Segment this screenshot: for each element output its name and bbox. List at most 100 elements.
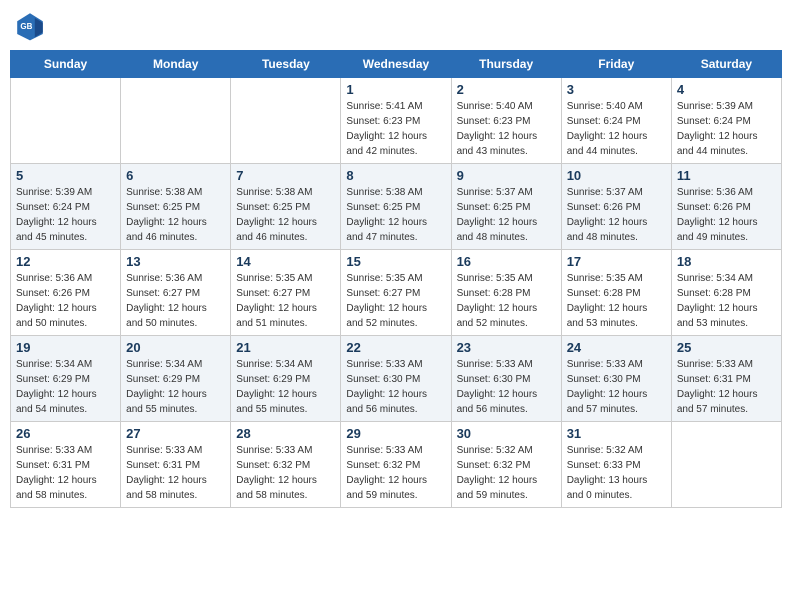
- calendar-cell: 20 Sunrise: 5:34 AM Sunset: 6:29 PM Dayl…: [121, 336, 231, 422]
- day-info: Sunrise: 5:34 AM Sunset: 6:29 PM Dayligh…: [16, 359, 97, 415]
- day-of-week-header: Sunday: [11, 51, 121, 78]
- calendar-cell: 1 Sunrise: 5:41 AM Sunset: 6:23 PM Dayli…: [341, 78, 451, 164]
- calendar-cell: 3 Sunrise: 5:40 AM Sunset: 6:24 PM Dayli…: [561, 78, 671, 164]
- calendar-cell: 4 Sunrise: 5:39 AM Sunset: 6:24 PM Dayli…: [671, 78, 781, 164]
- calendar-cell: 22 Sunrise: 5:33 AM Sunset: 6:30 PM Dayl…: [341, 336, 451, 422]
- calendar-cell: 11 Sunrise: 5:36 AM Sunset: 6:26 PM Dayl…: [671, 164, 781, 250]
- day-number: 6: [126, 168, 225, 183]
- logo: GB: [14, 10, 50, 42]
- calendar-cell: 17 Sunrise: 5:35 AM Sunset: 6:28 PM Dayl…: [561, 250, 671, 336]
- page-header: GB: [10, 10, 782, 42]
- calendar-cell: 10 Sunrise: 5:37 AM Sunset: 6:26 PM Dayl…: [561, 164, 671, 250]
- day-info: Sunrise: 5:35 AM Sunset: 6:27 PM Dayligh…: [236, 273, 317, 329]
- calendar-cell: 23 Sunrise: 5:33 AM Sunset: 6:30 PM Dayl…: [451, 336, 561, 422]
- calendar-cell: 28 Sunrise: 5:33 AM Sunset: 6:32 PM Dayl…: [231, 422, 341, 508]
- day-info: Sunrise: 5:36 AM Sunset: 6:27 PM Dayligh…: [126, 273, 207, 329]
- day-info: Sunrise: 5:33 AM Sunset: 6:31 PM Dayligh…: [677, 359, 758, 415]
- calendar-cell: 15 Sunrise: 5:35 AM Sunset: 6:27 PM Dayl…: [341, 250, 451, 336]
- calendar-cell: 21 Sunrise: 5:34 AM Sunset: 6:29 PM Dayl…: [231, 336, 341, 422]
- calendar-cell: 5 Sunrise: 5:39 AM Sunset: 6:24 PM Dayli…: [11, 164, 121, 250]
- day-info: Sunrise: 5:36 AM Sunset: 6:26 PM Dayligh…: [677, 187, 758, 243]
- day-number: 15: [346, 254, 445, 269]
- svg-text:GB: GB: [20, 22, 32, 31]
- day-number: 23: [457, 340, 556, 355]
- day-info: Sunrise: 5:34 AM Sunset: 6:29 PM Dayligh…: [126, 359, 207, 415]
- day-info: Sunrise: 5:32 AM Sunset: 6:33 PM Dayligh…: [567, 445, 648, 501]
- calendar-cell: 25 Sunrise: 5:33 AM Sunset: 6:31 PM Dayl…: [671, 336, 781, 422]
- day-number: 24: [567, 340, 666, 355]
- day-info: Sunrise: 5:41 AM Sunset: 6:23 PM Dayligh…: [346, 101, 427, 157]
- day-number: 4: [677, 82, 776, 97]
- day-info: Sunrise: 5:35 AM Sunset: 6:28 PM Dayligh…: [457, 273, 538, 329]
- day-info: Sunrise: 5:40 AM Sunset: 6:24 PM Dayligh…: [567, 101, 648, 157]
- calendar-cell: 12 Sunrise: 5:36 AM Sunset: 6:26 PM Dayl…: [11, 250, 121, 336]
- day-number: 26: [16, 426, 115, 441]
- calendar-table: SundayMondayTuesdayWednesdayThursdayFrid…: [10, 50, 782, 508]
- day-of-week-header: Saturday: [671, 51, 781, 78]
- calendar-cell: 24 Sunrise: 5:33 AM Sunset: 6:30 PM Dayl…: [561, 336, 671, 422]
- day-info: Sunrise: 5:38 AM Sunset: 6:25 PM Dayligh…: [236, 187, 317, 243]
- day-info: Sunrise: 5:39 AM Sunset: 6:24 PM Dayligh…: [677, 101, 758, 157]
- day-info: Sunrise: 5:39 AM Sunset: 6:24 PM Dayligh…: [16, 187, 97, 243]
- calendar-cell: 19 Sunrise: 5:34 AM Sunset: 6:29 PM Dayl…: [11, 336, 121, 422]
- day-number: 16: [457, 254, 556, 269]
- logo-icon: GB: [14, 10, 46, 42]
- day-number: 13: [126, 254, 225, 269]
- day-number: 5: [16, 168, 115, 183]
- day-number: 22: [346, 340, 445, 355]
- day-info: Sunrise: 5:33 AM Sunset: 6:31 PM Dayligh…: [16, 445, 97, 501]
- calendar-cell: 18 Sunrise: 5:34 AM Sunset: 6:28 PM Dayl…: [671, 250, 781, 336]
- day-info: Sunrise: 5:37 AM Sunset: 6:26 PM Dayligh…: [567, 187, 648, 243]
- day-number: 2: [457, 82, 556, 97]
- day-number: 11: [677, 168, 776, 183]
- calendar-cell: [11, 78, 121, 164]
- calendar-cell: [121, 78, 231, 164]
- calendar-cell: 26 Sunrise: 5:33 AM Sunset: 6:31 PM Dayl…: [11, 422, 121, 508]
- day-number: 17: [567, 254, 666, 269]
- day-info: Sunrise: 5:36 AM Sunset: 6:26 PM Dayligh…: [16, 273, 97, 329]
- day-info: Sunrise: 5:38 AM Sunset: 6:25 PM Dayligh…: [126, 187, 207, 243]
- day-info: Sunrise: 5:33 AM Sunset: 6:30 PM Dayligh…: [567, 359, 648, 415]
- calendar-cell: [671, 422, 781, 508]
- day-info: Sunrise: 5:34 AM Sunset: 6:28 PM Dayligh…: [677, 273, 758, 329]
- day-of-week-header: Monday: [121, 51, 231, 78]
- day-number: 18: [677, 254, 776, 269]
- day-number: 1: [346, 82, 445, 97]
- day-number: 19: [16, 340, 115, 355]
- day-of-week-header: Thursday: [451, 51, 561, 78]
- calendar-cell: 8 Sunrise: 5:38 AM Sunset: 6:25 PM Dayli…: [341, 164, 451, 250]
- day-info: Sunrise: 5:33 AM Sunset: 6:32 PM Dayligh…: [236, 445, 317, 501]
- day-of-week-header: Wednesday: [341, 51, 451, 78]
- day-info: Sunrise: 5:32 AM Sunset: 6:32 PM Dayligh…: [457, 445, 538, 501]
- calendar-cell: 9 Sunrise: 5:37 AM Sunset: 6:25 PM Dayli…: [451, 164, 561, 250]
- calendar-cell: 27 Sunrise: 5:33 AM Sunset: 6:31 PM Dayl…: [121, 422, 231, 508]
- day-number: 14: [236, 254, 335, 269]
- calendar-cell: 29 Sunrise: 5:33 AM Sunset: 6:32 PM Dayl…: [341, 422, 451, 508]
- day-number: 3: [567, 82, 666, 97]
- day-info: Sunrise: 5:37 AM Sunset: 6:25 PM Dayligh…: [457, 187, 538, 243]
- day-info: Sunrise: 5:35 AM Sunset: 6:27 PM Dayligh…: [346, 273, 427, 329]
- day-number: 21: [236, 340, 335, 355]
- day-number: 8: [346, 168, 445, 183]
- calendar-cell: 6 Sunrise: 5:38 AM Sunset: 6:25 PM Dayli…: [121, 164, 231, 250]
- calendar-cell: 16 Sunrise: 5:35 AM Sunset: 6:28 PM Dayl…: [451, 250, 561, 336]
- day-info: Sunrise: 5:40 AM Sunset: 6:23 PM Dayligh…: [457, 101, 538, 157]
- calendar-cell: 2 Sunrise: 5:40 AM Sunset: 6:23 PM Dayli…: [451, 78, 561, 164]
- day-number: 28: [236, 426, 335, 441]
- day-number: 25: [677, 340, 776, 355]
- day-number: 29: [346, 426, 445, 441]
- day-info: Sunrise: 5:35 AM Sunset: 6:28 PM Dayligh…: [567, 273, 648, 329]
- day-info: Sunrise: 5:33 AM Sunset: 6:30 PM Dayligh…: [457, 359, 538, 415]
- day-number: 10: [567, 168, 666, 183]
- day-info: Sunrise: 5:33 AM Sunset: 6:31 PM Dayligh…: [126, 445, 207, 501]
- day-info: Sunrise: 5:33 AM Sunset: 6:30 PM Dayligh…: [346, 359, 427, 415]
- day-number: 20: [126, 340, 225, 355]
- calendar-cell: 13 Sunrise: 5:36 AM Sunset: 6:27 PM Dayl…: [121, 250, 231, 336]
- calendar-cell: 7 Sunrise: 5:38 AM Sunset: 6:25 PM Dayli…: [231, 164, 341, 250]
- day-of-week-header: Friday: [561, 51, 671, 78]
- calendar-cell: 30 Sunrise: 5:32 AM Sunset: 6:32 PM Dayl…: [451, 422, 561, 508]
- day-number: 31: [567, 426, 666, 441]
- day-number: 27: [126, 426, 225, 441]
- calendar-cell: [231, 78, 341, 164]
- day-of-week-header: Tuesday: [231, 51, 341, 78]
